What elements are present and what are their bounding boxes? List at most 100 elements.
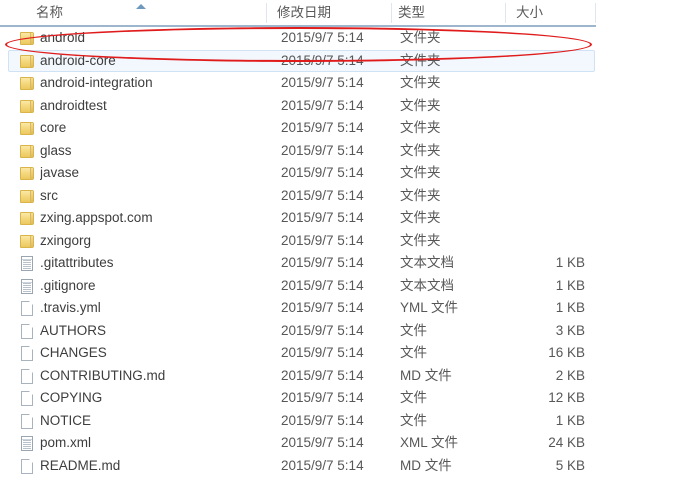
file-size-cell [505,27,585,50]
file-list-row[interactable]: android-integration 2015/9/7 5:14 文件夹 [0,72,692,95]
file-name-cell: glass [40,142,72,158]
file-size-cell [505,140,585,163]
file-name-cell: pom.xml [40,435,92,450]
file-name-cell: CHANGES [40,345,107,360]
file-size-cell: 3 KB [555,322,585,338]
file-list-row[interactable]: android-core 2015/9/7 5:14 文件夹 [0,49,692,73]
file-size-cell [505,72,585,95]
file-name-cell: zxingorg [40,232,92,248]
file-list-row[interactable]: .travis.yml 2015/9/7 5:14 YML 文件 1 KB [0,297,692,320]
date-modified-cell: 2015/9/7 5:14 [281,165,364,180]
file-icon [19,413,36,429]
file-icon [19,345,36,361]
column-header-size[interactable]: 大小 [516,0,586,25]
date-modified-cell: 2015/9/7 5:14 [281,232,364,248]
file-list-row[interactable]: CONTRIBUTING.md 2015/9/7 5:14 MD 文件 2 KB [0,365,692,388]
file-size-cell: 24 KB [548,435,585,450]
date-modified-cell: 2015/9/7 5:14 [281,30,364,45]
file-type-cell: YML 文件 [400,300,459,315]
file-type-cell: 文件夹 [400,97,441,113]
date-modified-cell: 2015/9/7 5:14 [281,457,364,473]
date-modified-cell: 2015/9/7 5:14 [281,345,364,360]
file-type-cell: 文本文档 [400,277,454,293]
file-list-row[interactable]: .gitattributes 2015/9/7 5:14 文本文档 1 KB [0,252,692,275]
file-list-row[interactable]: README.md 2015/9/7 5:14 MD 文件 5 KB [0,455,692,478]
date-modified-cell: 2015/9/7 5:14 [281,97,364,113]
date-modified-cell: 2015/9/7 5:14 [281,142,364,158]
file-size-cell [505,95,585,118]
file-list-row[interactable]: COPYING 2015/9/7 5:14 文件 12 KB [0,387,692,410]
file-size-cell: 2 KB [555,367,585,383]
file-name-cell: core [40,120,67,135]
folder-icon [19,53,36,69]
date-modified-cell: 2015/9/7 5:14 [281,300,364,315]
column-header-row: 名称 修改日期 类型 大小 [0,0,692,27]
folder-icon [19,75,36,91]
file-icon [19,368,36,384]
file-type-cell: MD 文件 [400,367,452,383]
file-list-row[interactable]: .gitignore 2015/9/7 5:14 文本文档 1 KB [0,275,692,298]
file-list-row[interactable]: NOTICE 2015/9/7 5:14 文件 1 KB [0,410,692,433]
file-size-cell [505,117,585,140]
column-divider-4[interactable] [595,3,596,23]
date-modified-cell: 2015/9/7 5:14 [281,75,364,90]
column-divider-3[interactable] [505,3,506,23]
date-modified-cell: 2015/9/7 5:14 [281,210,364,225]
file-name-cell: javase [40,165,80,180]
file-type-cell: 文件 [400,390,427,405]
date-modified-cell: 2015/9/7 5:14 [281,435,364,450]
column-header-name[interactable]: 名称 [36,0,261,25]
file-type-cell: XML 文件 [400,435,459,450]
date-modified-cell: 2015/9/7 5:14 [281,277,364,293]
file-list-row[interactable]: android 2015/9/7 5:14 文件夹 [0,27,692,50]
folder-icon [19,188,36,204]
file-list-row[interactable]: zxing.appspot.com 2015/9/7 5:14 文件夹 [0,207,692,230]
file-name-cell: android-integration [40,75,153,90]
file-name-cell: .gitignore [40,277,96,293]
date-modified-cell: 2015/9/7 5:14 [281,52,364,68]
file-size-cell: 12 KB [548,390,585,405]
file-name-cell: zxing.appspot.com [40,210,153,225]
file-list-row[interactable]: androidtest 2015/9/7 5:14 文件夹 [0,95,692,118]
date-modified-cell: 2015/9/7 5:14 [281,367,364,383]
file-name-cell: src [40,187,58,203]
date-modified-cell: 2015/9/7 5:14 [281,120,364,135]
text-file-icon [19,278,36,294]
folder-icon [19,233,36,249]
date-modified-cell: 2015/9/7 5:14 [281,390,364,405]
file-explorer-list-view: 名称 修改日期 类型 大小 android 2015/9/7 5:14 文件夹 and… [0,0,692,501]
file-type-cell: 文件夹 [400,120,441,135]
file-name-cell: .travis.yml [40,300,101,315]
file-name-cell: AUTHORS [40,322,107,338]
column-divider-1[interactable] [266,3,267,23]
file-list-row[interactable]: zxingorg 2015/9/7 5:14 文件夹 [0,230,692,253]
file-type-cell: MD 文件 [400,457,452,473]
file-name-cell: .gitattributes [40,255,114,270]
file-list-row[interactable]: javase 2015/9/7 5:14 文件夹 [0,162,692,185]
file-list-row[interactable]: glass 2015/9/7 5:14 文件夹 [0,140,692,163]
text-file-icon [19,435,36,451]
file-list-row[interactable]: src 2015/9/7 5:14 文件夹 [0,185,692,208]
file-list-row[interactable]: core 2015/9/7 5:14 文件夹 [0,117,692,140]
date-modified-cell: 2015/9/7 5:14 [281,187,364,203]
folder-icon [19,143,36,159]
file-list-row[interactable]: pom.xml 2015/9/7 5:14 XML 文件 24 KB [0,432,692,455]
file-icon [19,390,36,406]
file-type-cell: 文件夹 [400,75,441,90]
column-header-type[interactable]: 类型 [398,0,498,25]
file-size-cell: 1 KB [555,300,585,315]
file-size-cell: 1 KB [555,412,585,428]
date-modified-cell: 2015/9/7 5:14 [281,322,364,338]
file-type-cell: 文件夹 [400,210,441,225]
folder-icon [19,210,36,226]
file-size-cell [505,207,585,230]
file-list-row[interactable]: AUTHORS 2015/9/7 5:14 文件 3 KB [0,320,692,343]
file-list-row[interactable]: CHANGES 2015/9/7 5:14 文件 16 KB [0,342,692,365]
file-size-cell: 1 KB [555,255,585,270]
folder-icon [19,30,36,46]
date-modified-cell: 2015/9/7 5:14 [281,255,364,270]
column-header-date-modified[interactable]: 修改日期 [277,0,385,25]
file-size-cell: 5 KB [555,457,585,473]
file-type-cell: 文件 [400,345,427,360]
column-divider-2[interactable] [391,3,392,23]
